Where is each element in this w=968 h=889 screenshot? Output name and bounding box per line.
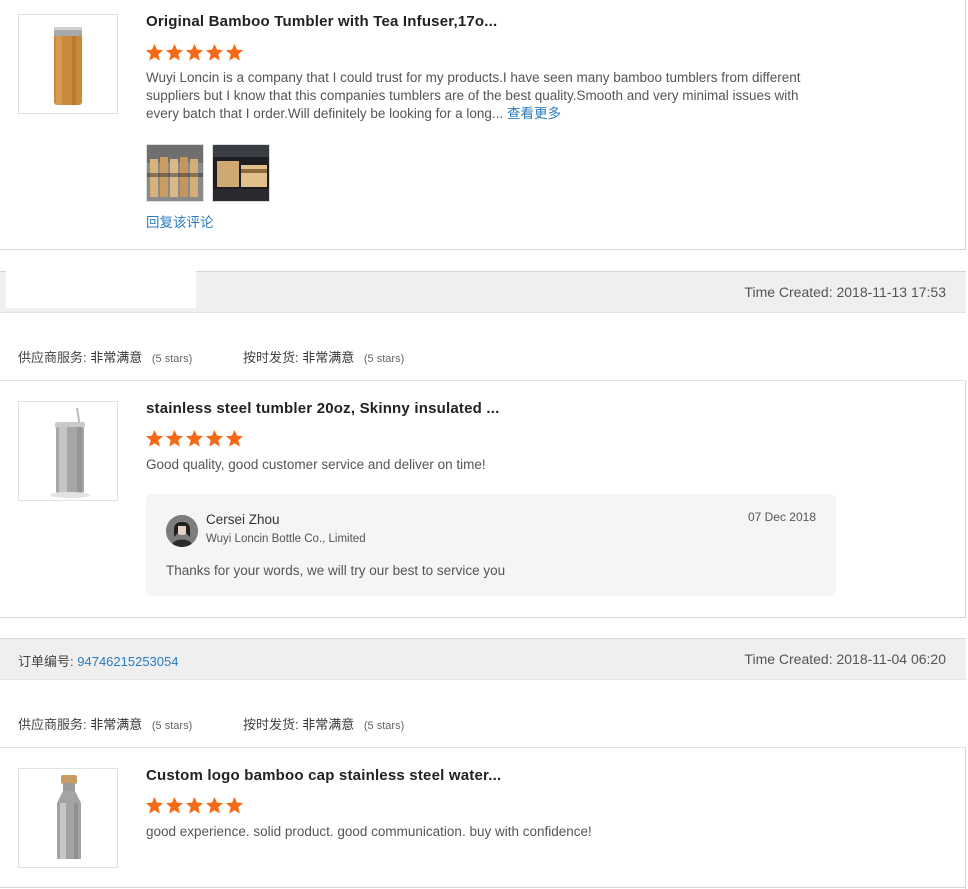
review-card: stainless steel tumbler 20oz, Skinny ins… — [0, 381, 966, 618]
star-icon — [145, 43, 164, 61]
star-icon — [205, 429, 224, 447]
product-thumbnail[interactable] — [18, 14, 118, 114]
review-card: Original Bamboo Tumbler with Tea Infuser… — [0, 0, 966, 250]
review-card: Custom logo bamboo cap stainless steel w… — [0, 748, 966, 889]
order-header: Time Created: 2018-11-13 17:53 — [0, 270, 966, 313]
time-created: Time Created: 2018-11-04 06:20 — [744, 651, 946, 667]
star-icon — [225, 43, 244, 61]
see-more-link[interactable]: 查看更多 — [507, 106, 561, 121]
star-icon — [165, 796, 184, 814]
product-title[interactable]: Original Bamboo Tumbler with Tea Infuser… — [146, 13, 497, 30]
on-time-delivery-rating: 按时发货: 非常满意 (5 stars) — [243, 350, 405, 365]
order-number-label: 订单编号: 94746215253054 — [18, 654, 179, 669]
star-rating — [145, 796, 244, 816]
redacted-area — [6, 270, 196, 308]
bamboo-cap-bottle-image — [19, 769, 117, 867]
review-text: Wuyi Loncin is a company that I could tr… — [146, 69, 802, 123]
review-photo[interactable] — [212, 144, 270, 202]
product-title[interactable]: Custom logo bamboo cap stainless steel w… — [146, 767, 501, 784]
supplier-service-rating: 供应商服务: 非常满意 (5 stars) — [18, 350, 193, 365]
avatar — [166, 515, 198, 547]
user-avatar-image — [166, 515, 198, 547]
star-icon — [165, 429, 184, 447]
star-icon — [225, 796, 244, 814]
review-body: Wuyi Loncin is a company that I could tr… — [146, 70, 801, 121]
reply-company: Wuyi Loncin Bottle Co., Limited — [206, 533, 366, 545]
reply-date: 07 Dec 2018 — [747, 510, 816, 524]
product-title[interactable]: stainless steel tumbler 20oz, Skinny ins… — [146, 400, 499, 417]
star-icon — [225, 429, 244, 447]
star-rating — [145, 43, 244, 63]
skinny-tumbler-image — [19, 402, 117, 500]
product-thumbnail[interactable] — [18, 768, 118, 868]
star-icon — [185, 796, 204, 814]
order-ratings: 供应商服务: 非常满意 (5 stars) 按时发货: 非常满意 (5 star… — [0, 313, 966, 381]
star-icon — [145, 429, 164, 447]
star-rating — [145, 429, 244, 449]
reply-author-name: Cersei Zhou — [206, 512, 280, 527]
order-ratings: 供应商服务: 非常满意 (5 stars) 按时发货: 非常满意 (5 star… — [0, 680, 966, 748]
divider — [0, 887, 966, 888]
star-icon — [205, 43, 224, 61]
review-text: Good quality, good customer service and … — [146, 457, 486, 472]
star-icon — [165, 43, 184, 61]
order-number-link[interactable]: 94746215253054 — [77, 654, 178, 669]
tumbler-box-photo — [213, 145, 269, 201]
tumbler-batch-photo — [147, 145, 203, 201]
star-icon — [185, 43, 204, 61]
supplier-service-rating: 供应商服务: 非常满意 (5 stars) — [18, 717, 193, 732]
review-photo[interactable] — [146, 144, 204, 202]
star-icon — [145, 796, 164, 814]
reply-text: Thanks for your words, we will try our b… — [166, 563, 506, 578]
on-time-delivery-rating: 按时发货: 非常满意 (5 stars) — [243, 717, 405, 732]
supplier-reply: Cersei Zhou Wuyi Loncin Bottle Co., Limi… — [146, 494, 836, 596]
reply-to-review-link[interactable]: 回复该评论 — [146, 211, 214, 231]
star-icon — [205, 796, 224, 814]
bamboo-tumbler-image — [19, 15, 117, 113]
review-text: good experience. solid product. good com… — [146, 824, 592, 839]
order-header: 订单编号: 94746215253054 Time Created: 2018-… — [0, 638, 966, 680]
star-icon — [185, 429, 204, 447]
product-thumbnail[interactable] — [18, 401, 118, 501]
time-created: Time Created: 2018-11-13 17:53 — [744, 284, 946, 300]
